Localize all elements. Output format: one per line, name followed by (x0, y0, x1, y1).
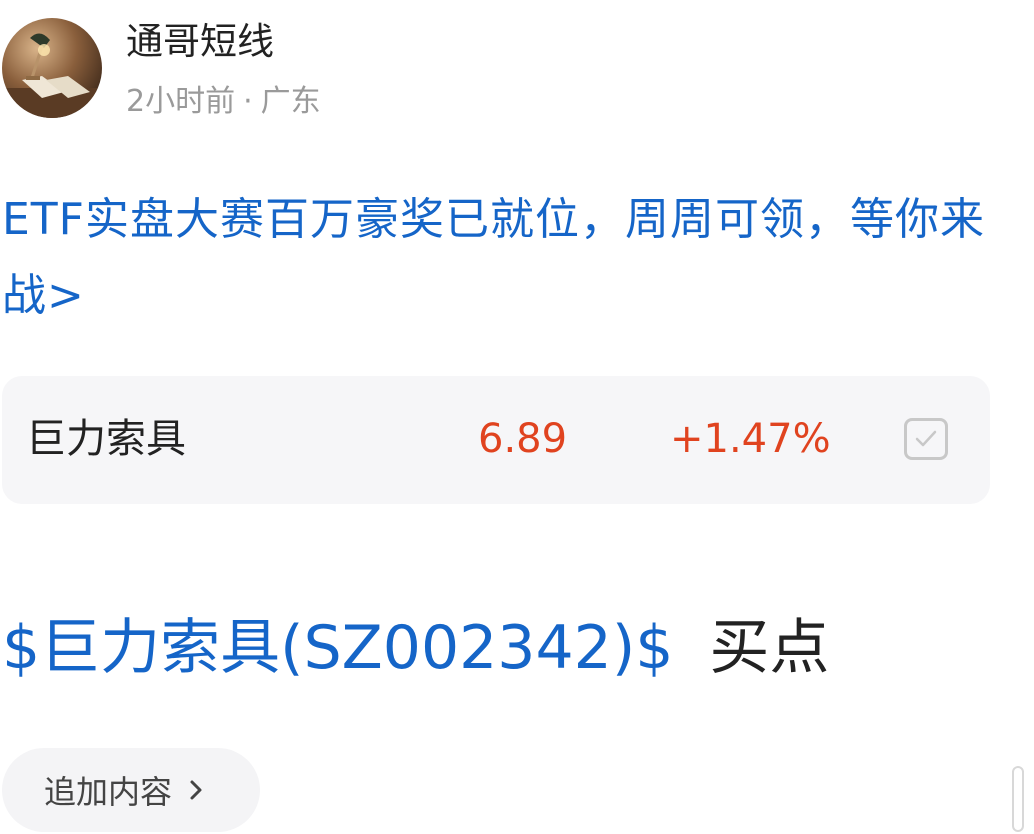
stock-tag-link[interactable]: $巨力索具(SZ002342)$ (2, 613, 673, 683)
post-title-text: 买点 (709, 613, 830, 683)
post-time: 2小时前 (126, 84, 236, 119)
check-mark-icon (915, 430, 937, 447)
stock-price: 6.89 (478, 416, 568, 462)
author-name[interactable]: 通哥短线 (126, 20, 274, 64)
add-content-button[interactable]: 追加内容 (2, 748, 260, 832)
post-location: 广东 (260, 84, 321, 119)
stock-change: +1.47% (670, 416, 831, 462)
scrollbar[interactable] (1012, 766, 1024, 832)
chevron-right-icon (190, 780, 202, 800)
stock-name: 巨力索具 (26, 416, 186, 462)
add-content-label: 追加内容 (44, 773, 173, 811)
author-avatar[interactable] (2, 18, 102, 118)
post-page: 通哥短线 2小时前 · 广东 ETF实盘大赛百万豪奖已就位，周周可领，等你来战> 巨… (0, 0, 1034, 834)
desk-lamp-photo-avatar-icon (2, 18, 102, 118)
meta-separator: · (243, 84, 253, 119)
stock-card[interactable]: 巨力索具 6.89 +1.47% (2, 376, 990, 504)
checkbox-check-icon[interactable] (904, 418, 948, 460)
post-title: $巨力索具(SZ002342)$ 买点 (2, 610, 829, 686)
post-meta: 2小时前 · 广东 (126, 82, 321, 122)
promo-link[interactable]: ETF实盘大赛百万豪奖已就位，周周可领，等你来战> (2, 182, 1002, 334)
